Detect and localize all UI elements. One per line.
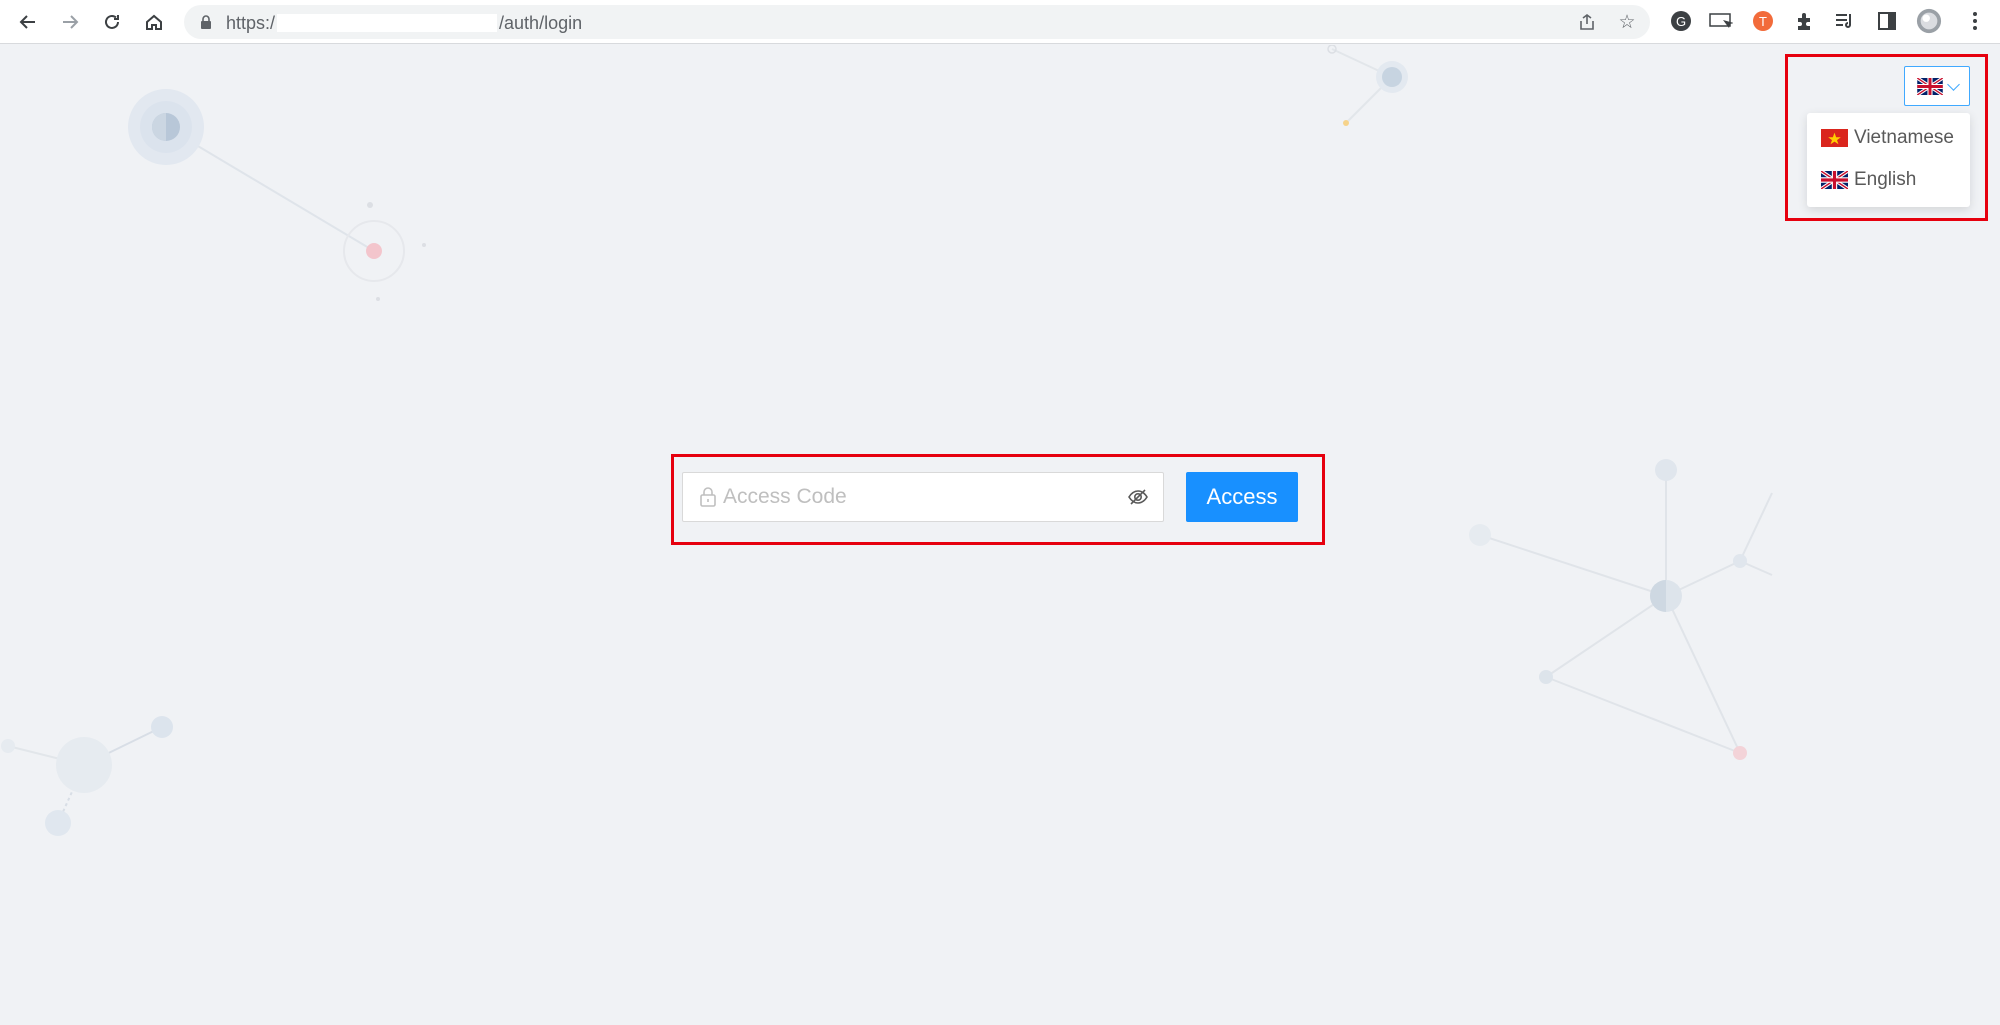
lock-icon xyxy=(201,15,211,29)
forward-icon[interactable] xyxy=(54,6,86,38)
language-option-english[interactable]: English xyxy=(1807,159,1970,201)
language-option-vietnamese[interactable]: Vietnamese xyxy=(1807,117,1970,159)
svg-text:T: T xyxy=(1759,14,1767,29)
uk-flag-icon xyxy=(1821,171,1848,189)
extension-pass-icon[interactable] xyxy=(1708,8,1734,34)
language-select[interactable] xyxy=(1904,66,1970,106)
side-panel-icon[interactable] xyxy=(1874,8,1900,34)
reload-icon[interactable] xyxy=(96,6,128,38)
vietnam-flag-icon xyxy=(1821,129,1848,147)
back-icon[interactable] xyxy=(12,6,44,38)
access-button[interactable]: Access xyxy=(1186,472,1298,522)
browser-toolbar: https://auth/login ☆ G T xyxy=(0,0,2000,44)
extension-grammar-icon[interactable]: G xyxy=(1668,8,1694,34)
extension-t-icon[interactable]: T xyxy=(1750,8,1776,34)
eye-invisible-icon[interactable] xyxy=(1127,487,1149,507)
lock-icon xyxy=(700,487,716,507)
access-code-field[interactable] xyxy=(682,472,1164,522)
profile-avatar[interactable] xyxy=(1916,8,1942,34)
share-icon[interactable] xyxy=(1576,11,1598,33)
chevron-down-icon xyxy=(1946,77,1960,91)
address-bar[interactable]: https://auth/login ☆ xyxy=(184,5,1650,39)
url-text: https://auth/login xyxy=(226,13,583,33)
access-code-input[interactable] xyxy=(723,473,1123,521)
bookmark-star-icon[interactable]: ☆ xyxy=(1616,11,1638,33)
uk-flag-icon xyxy=(1916,77,1943,95)
browser-menu-icon[interactable] xyxy=(1962,8,1988,34)
language-dropdown: Vietnamese English xyxy=(1807,113,1970,207)
svg-text:G: G xyxy=(1676,14,1686,29)
extensions-puzzle-icon[interactable] xyxy=(1792,8,1818,34)
login-page: Vietnamese English Access xyxy=(0,45,2000,1025)
url-redaction xyxy=(277,14,498,32)
home-icon[interactable] xyxy=(138,6,170,38)
reading-list-icon[interactable] xyxy=(1832,8,1858,34)
